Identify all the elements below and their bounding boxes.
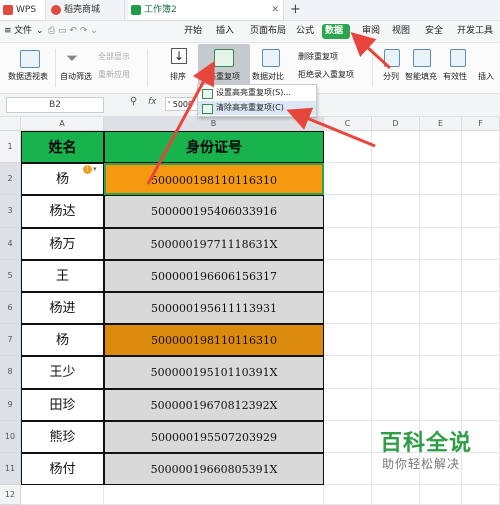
empty-cell[interactable] (324, 485, 372, 505)
annotation-arrows (146, 31, 392, 185)
arrow-to-clear-item (286, 107, 376, 148)
empty-cell[interactable] (462, 485, 500, 505)
empty-cell[interactable] (420, 485, 462, 505)
arrow-to-data-tab (350, 31, 392, 70)
empty-cell[interactable] (104, 485, 324, 505)
row-header[interactable]: 12 (0, 485, 21, 505)
watermark-logo: 百科全说 (380, 431, 473, 456)
arrow-to-highlight-button (146, 60, 215, 185)
empty-cell[interactable] (372, 485, 420, 505)
watermark-slogan: 助你轻松解决 (382, 457, 461, 471)
empty-cell[interactable] (21, 485, 104, 505)
